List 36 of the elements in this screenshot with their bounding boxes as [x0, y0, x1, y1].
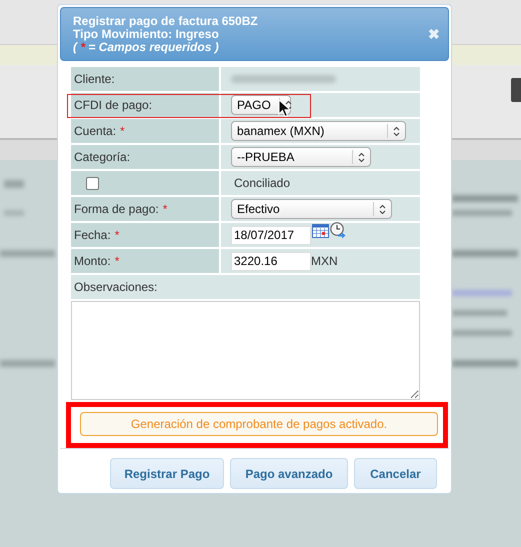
chevron-icon — [393, 126, 400, 136]
date-field[interactable]: 18/07/2017 — [231, 226, 311, 244]
dialog-button[interactable]: Cancelar — [354, 458, 437, 489]
required-mark: * — [162, 201, 168, 218]
notes-label: Observaciones: — [74, 279, 158, 296]
dialog-button[interactable]: Registrar Pago — [110, 458, 224, 489]
required-mark: * — [114, 227, 120, 244]
required-legend: ( * = Campos requeridos ) — [73, 40, 258, 54]
chevron-icon — [358, 152, 365, 162]
required-mark: * — [114, 253, 120, 270]
field-label: Forma de pago: * — [74, 200, 168, 218]
notes-field[interactable] — [71, 301, 420, 400]
dropdown[interactable]: PAGO — [231, 95, 291, 115]
mouse-pointer-icon — [278, 99, 291, 118]
chevron-icon — [284, 100, 292, 110]
field-label: Monto: * — [74, 252, 120, 270]
field-label: Cuenta: * — [74, 122, 125, 140]
currency-label: MXN — [311, 253, 338, 270]
chevron-icon — [379, 204, 386, 214]
field-label: Cliente: — [74, 71, 115, 88]
checkbox-label: Conciliado — [234, 175, 290, 192]
calendar-icon[interactable] — [312, 224, 329, 238]
notice-banner: Generación de comprobante de pagos activado. — [80, 412, 438, 436]
field-label: Fecha: * — [74, 226, 120, 244]
dropdown[interactable]: banamex (MXN) — [231, 121, 406, 141]
checkbox[interactable] — [86, 176, 99, 190]
dialog-title: Tipo Movimiento: Ingreso — [73, 28, 220, 40]
amount-field[interactable]: 3220.16 — [231, 252, 311, 270]
field-label: Categoría: — [74, 149, 130, 166]
field-label: CFDI de pago: — [74, 97, 152, 114]
dropdown[interactable]: --PRUEBA — [231, 147, 371, 167]
dialog-button[interactable]: Pago avanzado — [230, 458, 348, 489]
dropdown[interactable]: Efectivo — [231, 199, 392, 219]
required-mark: * — [120, 123, 125, 140]
clock-icon[interactable] — [330, 222, 346, 238]
dialog-title: Registrar pago de factura 650BZ — [73, 14, 258, 28]
